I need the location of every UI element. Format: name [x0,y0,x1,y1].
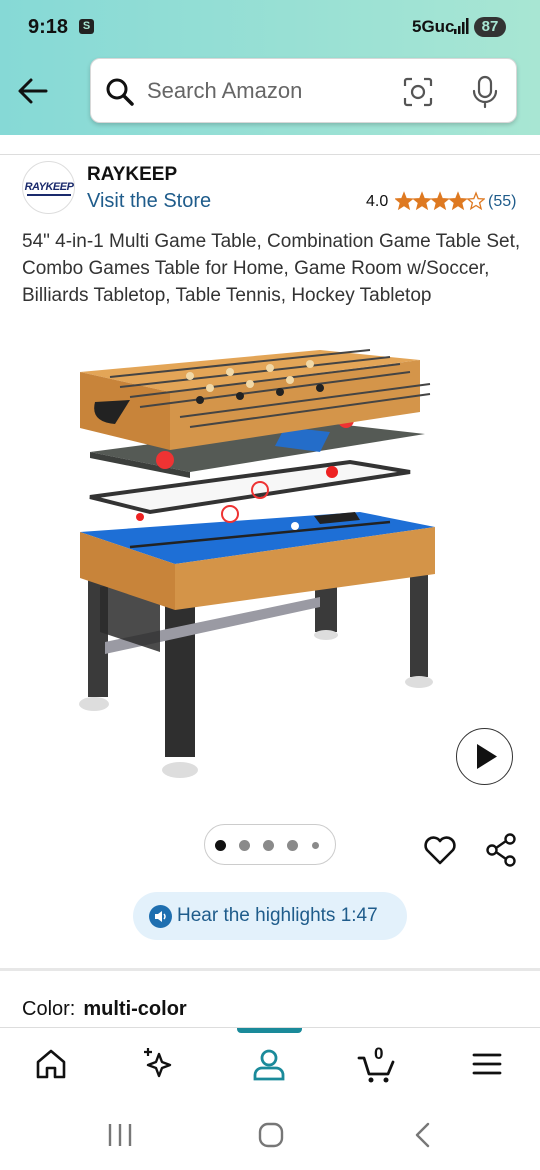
brand-name: RAYKEEP [87,164,178,185]
carousel-dot-2[interactable] [239,840,250,851]
carousel-dot-1[interactable] [215,840,226,851]
search-bar[interactable] [90,58,517,123]
system-navigation-bar [0,1100,540,1170]
battery-indicator: 87 [474,17,506,37]
store-logo-text: RAYKEEP [24,181,74,193]
network-type: 5Guc [412,17,455,36]
bottom-navigation [0,1027,540,1099]
image-carousel-indicator [204,824,336,865]
rating-value: 4.0 [366,193,389,210]
play-video-button[interactable] [456,728,513,785]
cart-count: 0 [374,1044,384,1063]
speaker-icon [149,905,172,928]
header-divider [0,135,540,155]
header: 9:18 S 5Guc 87 [0,0,540,135]
star-filled-icon [430,191,450,211]
app-notification-icon: S [79,19,94,34]
color-selection: Color: multi-color [22,998,187,1021]
active-tab-indicator [237,1028,302,1033]
sparkle-icon[interactable] [139,1044,179,1084]
camera-scan-icon[interactable] [403,77,433,107]
store-logo[interactable]: RAYKEEP [22,161,75,214]
star-filled-icon [448,191,468,211]
section-divider [0,968,540,971]
product-image[interactable] [70,342,470,792]
home-button-icon[interactable] [257,1122,285,1148]
carousel-dot-5[interactable] [312,842,319,849]
store-logo-underline [27,194,71,196]
signal-icon [454,18,469,34]
star-filled-icon [395,191,414,211]
app-screen: { "status_bar": { "time": "9:18", "app_b… [0,0,540,1170]
search-input[interactable] [147,78,377,104]
color-value: multi-color [83,998,187,1020]
home-icon[interactable] [31,1044,71,1084]
play-icon [477,744,497,769]
color-label: Color: [22,998,76,1020]
menu-icon[interactable] [467,1044,507,1084]
account-icon[interactable] [249,1044,289,1084]
microphone-icon[interactable] [471,75,499,109]
visit-store-link[interactable]: Visit the Store [87,190,211,213]
carousel-dot-3[interactable] [263,840,274,851]
system-back-icon[interactable] [410,1122,436,1148]
status-bar: 9:18 S 5Guc 87 [0,0,540,55]
star-rating[interactable] [395,191,485,211]
hear-highlights-label: Hear the highlights 1:47 [177,905,378,926]
product-title: 54" 4-in-1 Multi Game Table, Combination… [22,231,521,306]
search-icon [106,78,134,106]
heart-icon[interactable] [422,832,458,868]
star-empty-icon [466,191,485,211]
back-arrow-icon[interactable] [16,74,50,108]
hear-highlights-button[interactable]: Hear the highlights 1:47 [133,892,407,940]
review-count-link[interactable]: (55) [488,193,516,211]
star-filled-icon [412,191,432,211]
status-time: 9:18 [28,16,69,38]
share-icon[interactable] [483,832,519,868]
carousel-dot-4[interactable] [287,840,298,851]
recent-apps-icon[interactable] [106,1122,134,1148]
